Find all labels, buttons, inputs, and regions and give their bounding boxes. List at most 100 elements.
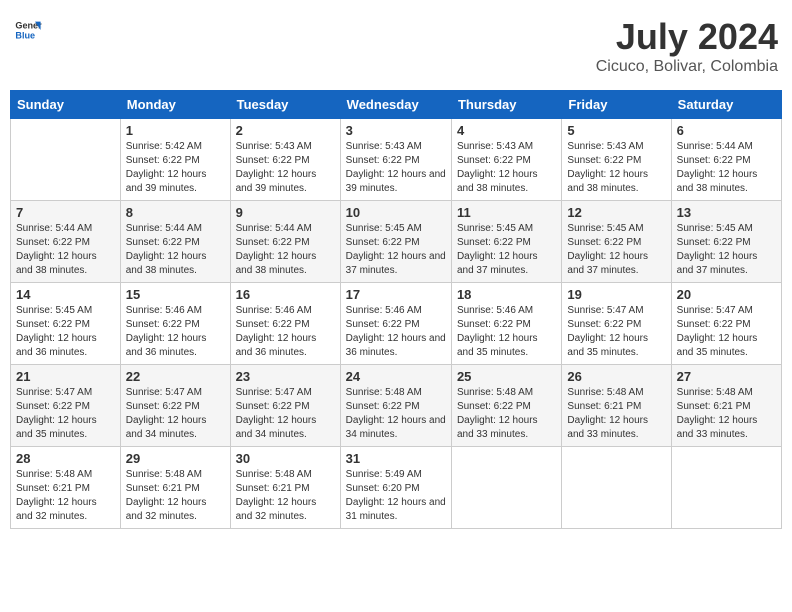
day-number: 21 (16, 369, 115, 384)
day-info: Sunrise: 5:45 AM Sunset: 6:22 PM Dayligh… (346, 222, 446, 278)
day-info: Sunrise: 5:47 AM Sunset: 6:22 PM Dayligh… (126, 386, 225, 442)
table-row: 5Sunrise: 5:43 AM Sunset: 6:22 PM Daylig… (562, 119, 671, 201)
day-number: 7 (16, 205, 115, 220)
day-number: 2 (236, 123, 335, 138)
table-row: 11 Sunrise: 5:45 AM Sunset: 6:22 PM Dayli… (451, 201, 561, 283)
calendar-header-row: Sunday Monday Tuesday Wednesday Thursday… (11, 91, 782, 119)
day-number: 20 (677, 287, 776, 302)
calendar-week-row: 21 Sunrise: 5:47 AM Sunset: 6:22 PM Dayli… (11, 365, 782, 447)
table-row: 30 Sunrise: 5:48 AM Sunset: 6:21 PM Dayli… (230, 447, 340, 529)
day-number: 24 (346, 369, 446, 384)
table-row: 7 Sunrise: 5:44 AM Sunset: 6:22 PM Daylig… (11, 201, 121, 283)
day-number: 18 (457, 287, 556, 302)
table-row: 8 Sunrise: 5:44 AM Sunset: 6:22 PM Daylig… (120, 201, 230, 283)
day-info: Sunrise: 5:46 AM Sunset: 6:22 PM Dayligh… (236, 304, 335, 360)
table-row: 9 Sunrise: 5:44 AM Sunset: 6:22 PM Daylig… (230, 201, 340, 283)
title-area: July 2024 Cicuco, Bolivar, Colombia (596, 16, 778, 76)
col-thursday: Thursday (451, 91, 561, 119)
table-row: 27Sunrise: 5:48 AM Sunset: 6:21 PM Dayli… (671, 365, 781, 447)
day-info: Sunrise: 5:44 AM Sunset: 6:22 PM Dayligh… (236, 222, 335, 278)
day-number: 3 (346, 123, 446, 138)
day-info: Sunrise: 5:48 AM Sunset: 6:21 PM Dayligh… (236, 468, 335, 524)
table-row: 1 Sunrise: 5:42 AM Sunset: 6:22 PM Daylig… (120, 119, 230, 201)
table-row: 28Sunrise: 5:48 AM Sunset: 6:21 PM Dayli… (11, 447, 121, 529)
day-number: 8 (126, 205, 225, 220)
logo: General Blue (14, 16, 42, 44)
day-number: 30 (236, 451, 335, 466)
day-number: 13 (677, 205, 776, 220)
table-row: 12 Sunrise: 5:45 AM Sunset: 6:22 PM Dayli… (562, 201, 671, 283)
col-friday: Friday (562, 91, 671, 119)
location: Cicuco, Bolivar, Colombia (596, 58, 778, 76)
table-row (671, 447, 781, 529)
day-info: Sunrise: 5:47 AM Sunset: 6:22 PM Dayligh… (16, 386, 115, 442)
calendar-week-row: 28Sunrise: 5:48 AM Sunset: 6:21 PM Dayli… (11, 447, 782, 529)
table-row: 24 Sunrise: 5:48 AM Sunset: 6:22 PM Dayli… (340, 365, 451, 447)
table-row: 19 Sunrise: 5:47 AM Sunset: 6:22 PM Dayli… (562, 283, 671, 365)
table-row: 20 Sunrise: 5:47 AM Sunset: 6:22 PM Dayli… (671, 283, 781, 365)
col-wednesday: Wednesday (340, 91, 451, 119)
day-number: 6 (677, 123, 776, 138)
table-row (11, 119, 121, 201)
day-info: Sunrise: 5:43 AM Sunset: 6:22 PM Dayligh… (457, 140, 556, 196)
day-number: 19 (567, 287, 665, 302)
day-info: Sunrise: 5:46 AM Sunset: 6:22 PM Dayligh… (126, 304, 225, 360)
calendar-week-row: 14 Sunrise: 5:45 AM Sunset: 6:22 PM Dayli… (11, 283, 782, 365)
month-year: July 2024 (596, 16, 778, 58)
day-info: Sunrise: 5:47 AM Sunset: 6:22 PM Dayligh… (677, 304, 776, 360)
day-number: 4 (457, 123, 556, 138)
day-info: Sunrise: 5:48 AM Sunset: 6:21 PM Dayligh… (126, 468, 225, 524)
day-info: Sunrise: 5:48 AM Sunset: 6:22 PM Dayligh… (346, 386, 446, 442)
table-row: 18Sunrise: 5:46 AM Sunset: 6:22 PM Dayli… (451, 283, 561, 365)
day-number: 11 (457, 205, 556, 220)
day-info: Sunrise: 5:43 AM Sunset: 6:22 PM Dayligh… (236, 140, 335, 196)
table-row: 31 Sunrise: 5:49 AM Sunset: 6:20 PM Dayli… (340, 447, 451, 529)
day-number: 23 (236, 369, 335, 384)
day-info: Sunrise: 5:45 AM Sunset: 6:22 PM Dayligh… (567, 222, 665, 278)
day-number: 31 (346, 451, 446, 466)
day-info: Sunrise: 5:43 AM Sunset: 6:22 PM Dayligh… (567, 140, 665, 196)
table-row: 21 Sunrise: 5:47 AM Sunset: 6:22 PM Dayli… (11, 365, 121, 447)
table-row: 17Sunrise: 5:46 AM Sunset: 6:22 PM Dayli… (340, 283, 451, 365)
table-row: 26 Sunrise: 5:48 AM Sunset: 6:21 PM Dayli… (562, 365, 671, 447)
calendar-week-row: 7 Sunrise: 5:44 AM Sunset: 6:22 PM Daylig… (11, 201, 782, 283)
day-info: Sunrise: 5:45 AM Sunset: 6:22 PM Dayligh… (16, 304, 115, 360)
col-tuesday: Tuesday (230, 91, 340, 119)
day-number: 22 (126, 369, 225, 384)
table-row: 6Sunrise: 5:44 AM Sunset: 6:22 PM Daylig… (671, 119, 781, 201)
day-info: Sunrise: 5:46 AM Sunset: 6:22 PM Dayligh… (346, 304, 446, 360)
calendar-week-row: 1 Sunrise: 5:42 AM Sunset: 6:22 PM Daylig… (11, 119, 782, 201)
day-info: Sunrise: 5:44 AM Sunset: 6:22 PM Dayligh… (16, 222, 115, 278)
day-info: Sunrise: 5:48 AM Sunset: 6:21 PM Dayligh… (567, 386, 665, 442)
day-info: Sunrise: 5:47 AM Sunset: 6:22 PM Dayligh… (236, 386, 335, 442)
day-info: Sunrise: 5:48 AM Sunset: 6:21 PM Dayligh… (677, 386, 776, 442)
table-row: 25 Sunrise: 5:48 AM Sunset: 6:22 PM Dayli… (451, 365, 561, 447)
calendar-table: Sunday Monday Tuesday Wednesday Thursday… (10, 90, 782, 529)
table-row: 29 Sunrise: 5:48 AM Sunset: 6:21 PM Dayli… (120, 447, 230, 529)
day-number: 14 (16, 287, 115, 302)
day-info: Sunrise: 5:44 AM Sunset: 6:22 PM Dayligh… (126, 222, 225, 278)
day-number: 29 (126, 451, 225, 466)
col-monday: Monday (120, 91, 230, 119)
day-info: Sunrise: 5:47 AM Sunset: 6:22 PM Dayligh… (567, 304, 665, 360)
day-info: Sunrise: 5:48 AM Sunset: 6:22 PM Dayligh… (457, 386, 556, 442)
day-number: 12 (567, 205, 665, 220)
table-row: 16 Sunrise: 5:46 AM Sunset: 6:22 PM Dayli… (230, 283, 340, 365)
svg-text:Blue: Blue (15, 30, 35, 40)
day-info: Sunrise: 5:49 AM Sunset: 6:20 PM Dayligh… (346, 468, 446, 524)
day-info: Sunrise: 5:45 AM Sunset: 6:22 PM Dayligh… (457, 222, 556, 278)
table-row (451, 447, 561, 529)
day-number: 25 (457, 369, 556, 384)
logo-icon: General Blue (14, 16, 42, 44)
table-row: 15Sunrise: 5:46 AM Sunset: 6:22 PM Dayli… (120, 283, 230, 365)
header: General Blue July 2024 Cicuco, Bolivar, … (10, 10, 782, 82)
day-number: 9 (236, 205, 335, 220)
day-info: Sunrise: 5:43 AM Sunset: 6:22 PM Dayligh… (346, 140, 446, 196)
day-info: Sunrise: 5:42 AM Sunset: 6:22 PM Dayligh… (126, 140, 225, 196)
day-number: 16 (236, 287, 335, 302)
table-row: 2 Sunrise: 5:43 AM Sunset: 6:22 PM Daylig… (230, 119, 340, 201)
table-row: 14 Sunrise: 5:45 AM Sunset: 6:22 PM Dayli… (11, 283, 121, 365)
day-number: 26 (567, 369, 665, 384)
day-number: 1 (126, 123, 225, 138)
col-saturday: Saturday (671, 91, 781, 119)
